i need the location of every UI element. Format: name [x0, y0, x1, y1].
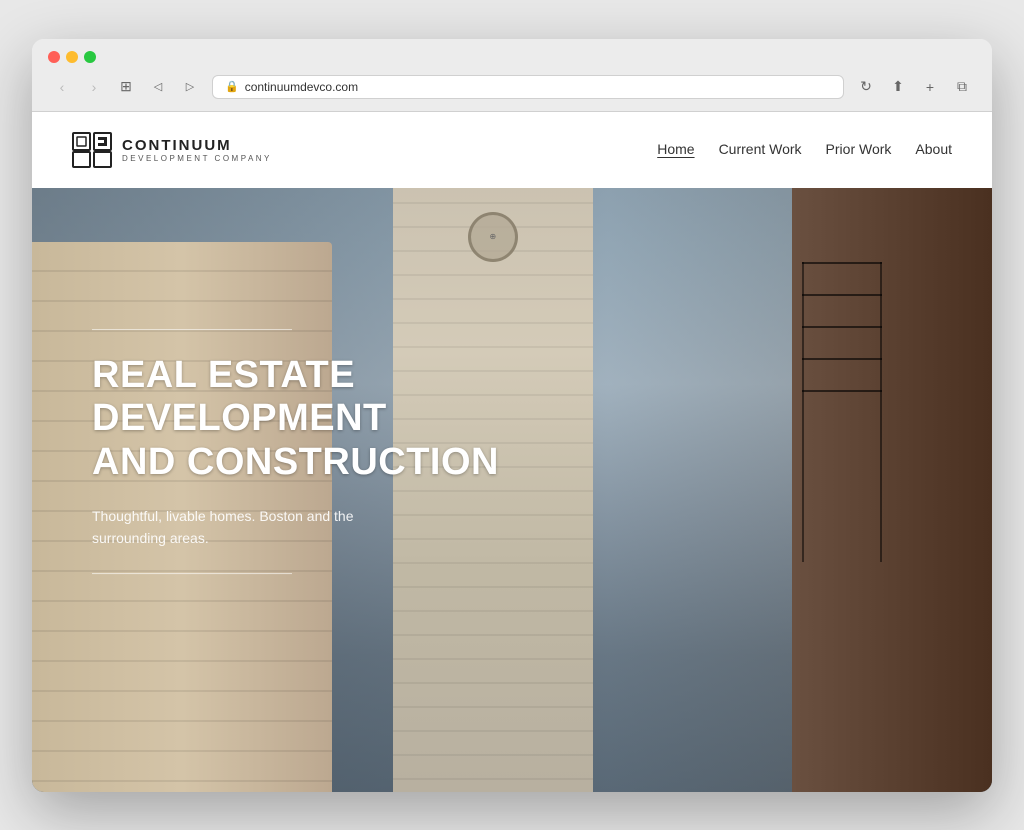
previous-tab-button[interactable]: ◁: [144, 73, 172, 101]
logo-icon: [72, 132, 112, 168]
logo-text: CONTINUUM DEVELOPMENT COMPANY: [122, 137, 272, 163]
hero-content: REAL ESTATE DEVELOPMENT AND CONSTRUCTION…: [92, 329, 499, 575]
url-text: continuumdevco.com: [245, 80, 358, 94]
address-bar[interactable]: 🔒 continuumdevco.com: [212, 75, 844, 99]
nav-link-current-work[interactable]: Current Work: [719, 141, 802, 157]
hero-title-line2: DEVELOPMENT: [92, 397, 387, 439]
nav-item-prior-work[interactable]: Prior Work: [826, 141, 892, 159]
forward-button[interactable]: ›: [80, 73, 108, 101]
hero-title-line1: REAL ESTATE: [92, 354, 355, 396]
hero-line-bottom: [92, 573, 292, 574]
new-tab-button[interactable]: +: [916, 73, 944, 101]
website: CONTINUUM DEVELOPMENT COMPANY Home Curre…: [32, 112, 992, 792]
refresh-button[interactable]: ↻: [852, 73, 880, 101]
browser-chrome: ‹ › ⊞ ◁ ▷ 🔒 continuumdevco.com ↻ ⬆ + ⧉: [32, 39, 992, 112]
hero-section: ⊕: [32, 112, 992, 792]
browser-window: ‹ › ⊞ ◁ ▷ 🔒 continuumdevco.com ↻ ⬆ + ⧉: [32, 39, 992, 792]
nav-item-home[interactable]: Home: [657, 141, 694, 159]
logo-name: CONTINUUM: [122, 137, 272, 154]
minimize-button[interactable]: [66, 51, 78, 63]
site-navigation: CONTINUUM DEVELOPMENT COMPANY Home Curre…: [32, 112, 992, 188]
site-logo: CONTINUUM DEVELOPMENT COMPANY: [72, 132, 272, 168]
share-button[interactable]: ⬆: [884, 73, 912, 101]
next-tab-button[interactable]: ▷: [176, 73, 204, 101]
browser-toolbar: ‹ › ⊞ ◁ ▷ 🔒 continuumdevco.com ↻ ⬆ + ⧉: [48, 73, 976, 111]
hero-line-top: [92, 329, 292, 330]
nav-buttons: ‹ › ⊞ ◁ ▷: [48, 73, 204, 101]
hero-subtitle: Thoughtful, livable homes. Boston and th…: [92, 505, 412, 550]
lock-icon: 🔒: [225, 80, 239, 93]
fire-escape: [802, 262, 882, 562]
nav-link-about[interactable]: About: [915, 141, 952, 157]
nav-link-prior-work[interactable]: Prior Work: [826, 141, 892, 157]
toolbar-actions: ↻ ⬆ + ⧉: [852, 73, 976, 101]
back-button[interactable]: ‹: [48, 73, 76, 101]
nav-item-about[interactable]: About: [915, 141, 952, 159]
window-controls-button[interactable]: ⊞: [112, 73, 140, 101]
hero-title-line3: AND CONSTRUCTION: [92, 441, 499, 483]
copy-window-button[interactable]: ⧉: [948, 73, 976, 101]
site-menu: Home Current Work Prior Work About: [657, 141, 952, 159]
brick-building-right: [792, 112, 992, 792]
nav-link-home[interactable]: Home: [657, 141, 694, 157]
close-button[interactable]: [48, 51, 60, 63]
maximize-button[interactable]: [84, 51, 96, 63]
hero-title: REAL ESTATE DEVELOPMENT AND CONSTRUCTION: [92, 354, 499, 485]
logo-subtitle: DEVELOPMENT COMPANY: [122, 154, 272, 163]
nav-item-current-work[interactable]: Current Work: [719, 141, 802, 159]
traffic-lights: [48, 51, 976, 63]
clock-face: ⊕: [468, 212, 518, 262]
